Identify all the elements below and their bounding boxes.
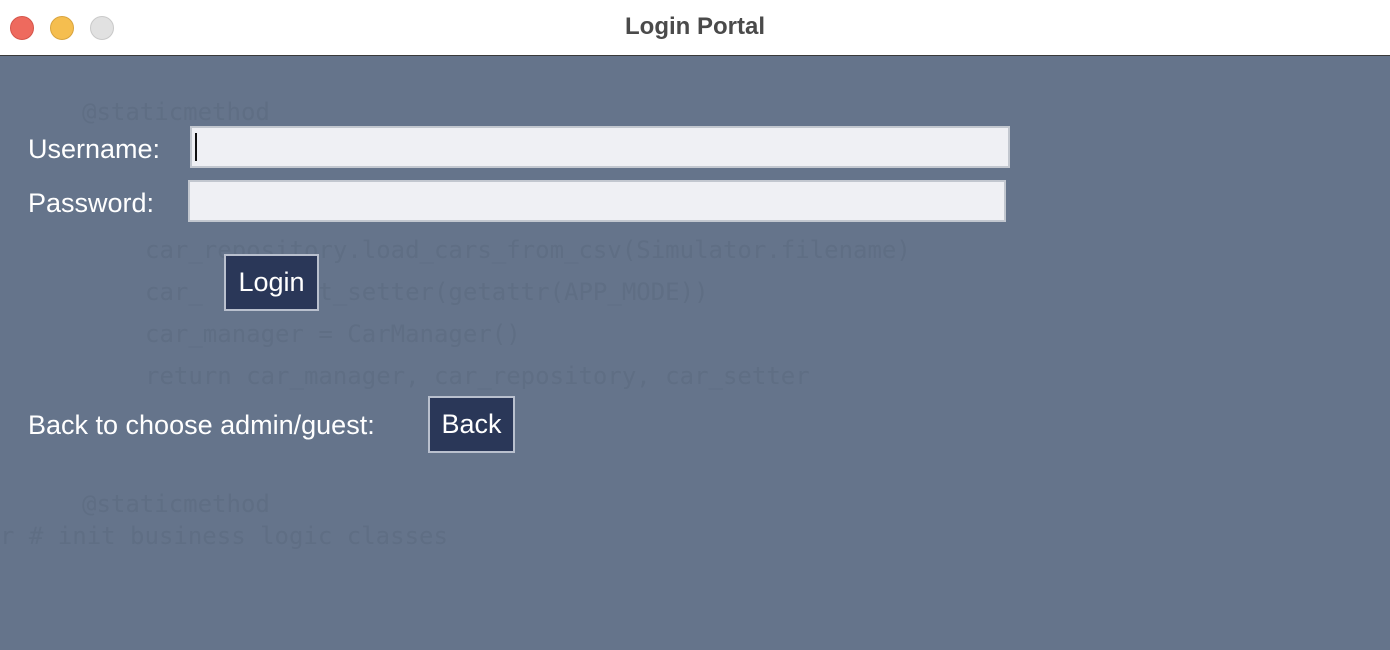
password-label: Password:	[28, 188, 155, 218]
window-title: Login Portal	[625, 13, 765, 40]
password-input[interactable]	[188, 180, 1006, 222]
username-input[interactable]	[190, 126, 1010, 168]
username-label: Username:	[28, 134, 161, 164]
app-window: Login Portal @staticmethod car_repositor…	[0, 0, 1390, 650]
text-cursor	[195, 133, 197, 161]
back-prompt-label: Back to choose admin/guest:	[28, 410, 375, 440]
login-button[interactable]: Login	[224, 254, 319, 311]
title-bar: Login Portal	[0, 0, 1390, 56]
back-button[interactable]: Back	[428, 396, 515, 453]
